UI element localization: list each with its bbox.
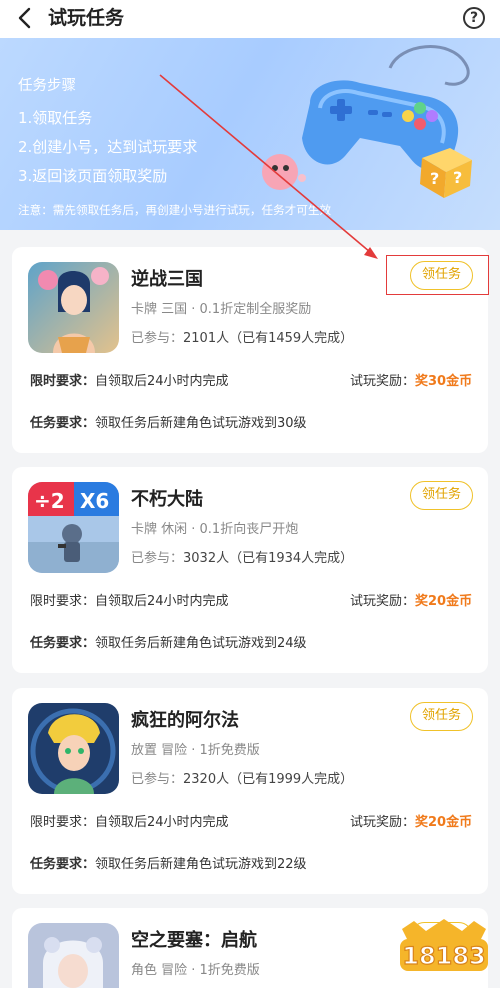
trial-reward: 试玩奖励：奖30金币 — [350, 373, 472, 391]
task-req-label: 任务要求： — [30, 416, 96, 431]
game-tags: 角色 冒险 · 1折免费版 — [131, 963, 260, 978]
reward-value: 奖20金币 — [415, 594, 473, 609]
task-requirement: 任务要求：领取任务后新建角色试玩游戏到22级 — [30, 856, 307, 874]
task-card[interactable]: 逆战三国 卡牌 三国 · 0.1折定制全服奖励 已参与：2101人（已有1459… — [12, 247, 489, 453]
game-name: 空之要塞：启航 — [131, 930, 257, 951]
claim-task-button[interactable]: 领任务 — [410, 702, 473, 731]
joined-label: 已参与： — [131, 772, 184, 787]
steps-title: 任务步骤 — [18, 78, 76, 94]
joined-count: 2101人（已有1459人完成） — [183, 331, 354, 346]
game-icon[interactable] — [28, 923, 119, 988]
icon-label-multiply: X6 — [80, 489, 109, 513]
task-req-label: 任务要求： — [30, 857, 96, 872]
game-tags: 放置 冒险 · 1折免费版 — [131, 743, 260, 758]
time-req-value: 自领取后24小时内完成 — [95, 374, 229, 389]
trial-reward: 试玩奖励：奖20金币 — [350, 814, 472, 832]
game-tags: 卡牌 三国 · 0.1折定制全服奖励 — [131, 302, 312, 317]
reward-label: 试玩奖励： — [350, 815, 416, 830]
icon-label-divide: ÷2 — [34, 489, 65, 513]
banner-note: 注意：需先领取任务后，再创建小号进行试玩，任务才可生效 — [18, 203, 332, 217]
joined-count: 2320人（已有1999人完成） — [183, 772, 354, 787]
game-name: 逆战三国 — [131, 269, 203, 290]
controller-icon: ? ? — [262, 45, 472, 198]
time-requirement: 限时要求：自领取后24小时内完成 — [30, 814, 229, 832]
game-name: 不朽大陆 — [131, 489, 203, 510]
game-icon[interactable]: ÷2 X6 — [28, 482, 119, 573]
time-req-value: 自领取后24小时内完成 — [95, 815, 229, 830]
task-req-value: 领取任务后新建角色试玩游戏到30级 — [95, 416, 307, 431]
time-req-value: 自领取后24小时内完成 — [95, 594, 229, 609]
task-req-value: 领取任务后新建角色试玩游戏到24级 — [95, 636, 307, 651]
step-3: 3.返回该页面领取奖励 — [18, 167, 168, 185]
svg-text:?: ? — [453, 168, 462, 187]
step-1: 1.领取任务 — [18, 109, 93, 127]
task-requirement: 任务要求：领取任务后新建角色试玩游戏到30级 — [30, 415, 307, 433]
task-card[interactable]: ÷2 X6 不朽大陆 卡牌 休闲 · 0.1折向丧尸开炮 已参与：3032人（已… — [12, 467, 488, 673]
reward-value: 奖30金币 — [415, 374, 473, 389]
reward-value: 奖20金币 — [415, 815, 473, 830]
time-req-label: 限时要求： — [30, 594, 96, 609]
help-icon[interactable]: ? — [463, 7, 485, 29]
game-tags: 卡牌 休闲 · 0.1折向丧尸开炮 — [131, 522, 299, 537]
joined-count: 3032人（已有1934人完成） — [183, 551, 354, 566]
game-participants: 已参与：2101人（已有1459人完成） — [131, 330, 353, 348]
joined-label: 已参与： — [131, 331, 184, 346]
claim-task-button[interactable]: 领任务 — [410, 261, 473, 290]
task-requirement: 任务要求：领取任务后新建角色试玩游戏到24级 — [30, 635, 307, 653]
game-participants: 已参与：2320人（已有1999人完成） — [131, 771, 353, 789]
svg-text:?: ? — [430, 169, 439, 188]
game-name: 疯狂的阿尔法 — [131, 710, 239, 731]
time-requirement: 限时要求：自领取后24小时内完成 — [30, 373, 229, 391]
task-card[interactable]: 疯狂的阿尔法 放置 冒险 · 1折免费版 已参与：2320人（已有1999人完成… — [12, 688, 488, 894]
watermark-text: 18183 — [402, 942, 486, 970]
header-bar: 试玩任务 ? — [0, 0, 500, 38]
reward-label: 试玩奖励： — [350, 374, 416, 389]
time-requirement: 限时要求：自领取后24小时内完成 — [30, 593, 229, 611]
joined-label: 已参与： — [131, 551, 184, 566]
claim-task-button[interactable]: 领任务 — [410, 481, 473, 510]
task-req-label: 任务要求： — [30, 636, 96, 651]
page-title: 试玩任务 — [48, 7, 125, 29]
task-steps-banner: ? ? 任务步骤 1.领取任务 2.创建小号，达到试玩要求 3.返回该页面领取奖… — [0, 38, 500, 230]
game-icon[interactable] — [28, 703, 119, 794]
trial-reward: 试玩奖励：奖20金币 — [350, 593, 472, 611]
game-icon[interactable] — [28, 262, 119, 353]
game-participants: 已参与：3032人（已有1934人完成） — [131, 550, 353, 568]
back-arrow-icon[interactable] — [14, 6, 38, 30]
task-req-value: 领取任务后新建角色试玩游戏到22级 — [95, 857, 307, 872]
time-req-label: 限时要求： — [30, 374, 96, 389]
step-2: 2.创建小号，达到试玩要求 — [18, 138, 198, 156]
watermark-logo: 18183 — [400, 919, 488, 971]
time-req-label: 限时要求： — [30, 815, 96, 830]
reward-label: 试玩奖励： — [350, 594, 416, 609]
